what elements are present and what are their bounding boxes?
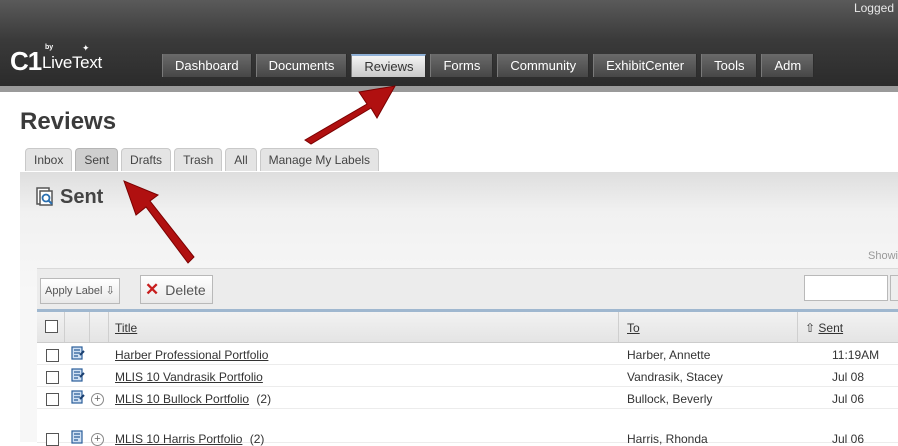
row-checkbox[interactable] <box>46 349 59 362</box>
table-header <box>37 312 898 343</box>
row-recipient: Harber, Annette <box>627 348 711 362</box>
logo-c1: C1 <box>10 46 42 76</box>
row-title-link[interactable]: MLIS 10 Harris Portfolio <box>115 432 242 446</box>
nav-tab-exhibitcenter[interactable]: ExhibitCenter <box>593 54 698 77</box>
sort-up-icon: ⇧ <box>805 321 816 335</box>
column-header-title[interactable]: Title <box>115 321 137 335</box>
col-separator <box>797 312 798 342</box>
tab-inbox[interactable]: Inbox <box>25 148 73 171</box>
tab-trash[interactable]: Trash <box>174 148 223 171</box>
row-recipient: Harris, Rhonda <box>627 432 708 446</box>
row-checkbox[interactable] <box>46 393 59 406</box>
apply-label-button[interactable]: Apply Label ⇩ <box>40 278 120 304</box>
search-button[interactable] <box>890 275 898 301</box>
apply-label-text: Apply Label <box>45 285 103 297</box>
row-sent-date: Jul 06 <box>832 392 865 406</box>
col-separator <box>64 312 65 342</box>
col-separator <box>89 312 90 342</box>
row-sent-date: Jul 08 <box>832 370 865 384</box>
logo-spark-icon: ✦ <box>82 43 90 53</box>
sent-folder-icon <box>36 187 53 206</box>
page-title: Reviews <box>20 108 117 135</box>
row-recipient: Vandrasik, Stacey <box>627 370 723 384</box>
nav-tab-admin[interactable]: Adm <box>761 54 815 77</box>
livetext-logo[interactable]: C1 by LiveText ✦ <box>10 43 102 77</box>
tab-drafts[interactable]: Drafts <box>121 148 172 171</box>
document-icon <box>71 390 85 404</box>
nav-tab-forms[interactable]: Forms <box>430 54 494 77</box>
tab-all[interactable]: All <box>225 148 257 171</box>
row-count: (2) <box>249 432 265 446</box>
select-all-checkbox[interactable] <box>45 320 58 333</box>
logged-in-status: Logged <box>853 1 894 15</box>
row-title-link[interactable]: MLIS 10 Bullock Portfolio <box>115 392 249 406</box>
expand-plus-icon[interactable]: + <box>91 433 104 446</box>
column-header-to[interactable]: To <box>627 321 640 335</box>
tab-manage-labels[interactable]: Manage My Labels <box>259 148 380 171</box>
row-checkbox[interactable] <box>46 433 59 446</box>
nav-tab-tools[interactable]: Tools <box>701 54 758 77</box>
down-arrow-icon: ⇩ <box>105 285 115 297</box>
row-recipient: Bullock, Beverly <box>627 392 713 406</box>
row-sent-date: 11:19AM <box>832 348 880 362</box>
review-subtabs: Inbox Sent Drafts Trash All Manage My La… <box>25 148 382 172</box>
showing-count: Showi <box>868 250 898 262</box>
document-icon <box>71 368 85 382</box>
nav-tab-documents[interactable]: Documents <box>255 54 348 77</box>
logo-text: LiveText <box>42 53 102 72</box>
document-icon <box>71 346 85 360</box>
delete-button[interactable]: ✕ Delete <box>140 275 213 304</box>
row-checkbox[interactable] <box>46 371 59 384</box>
logo-by: by <box>45 44 54 51</box>
delete-x-icon: ✕ <box>145 280 160 299</box>
column-header-sent-label: Sent <box>818 321 844 335</box>
row-title-group[interactable]: MLIS 10 Bullock Portfolio (2) <box>115 392 271 406</box>
main-nav: Dashboard Documents Reviews Forms Commun… <box>162 54 818 77</box>
column-header-sent[interactable]: ⇧ Sent <box>805 321 843 335</box>
section-title: Sent <box>60 186 104 208</box>
delete-label: Delete <box>165 282 206 298</box>
row-sent-date: Jul 06 <box>832 432 865 446</box>
row-title-group[interactable]: MLIS 10 Harris Portfolio (2) <box>115 432 264 446</box>
nav-tab-reviews[interactable]: Reviews <box>351 54 427 77</box>
nav-tab-community[interactable]: Community <box>497 54 590 77</box>
expand-plus-icon[interactable]: + <box>91 393 104 406</box>
col-separator <box>618 312 619 342</box>
row-title-link[interactable]: MLIS 10 Vandrasik Portfolio <box>115 370 263 384</box>
col-separator <box>108 312 109 342</box>
nav-underbar <box>0 86 898 92</box>
row-count: (2) <box>256 392 272 406</box>
tab-sent[interactable]: Sent <box>75 148 119 171</box>
nav-tab-dashboard[interactable]: Dashboard <box>162 54 252 77</box>
row-title-link[interactable]: Harber Professional Portfolio <box>115 348 268 362</box>
search-input[interactable] <box>804 275 888 301</box>
